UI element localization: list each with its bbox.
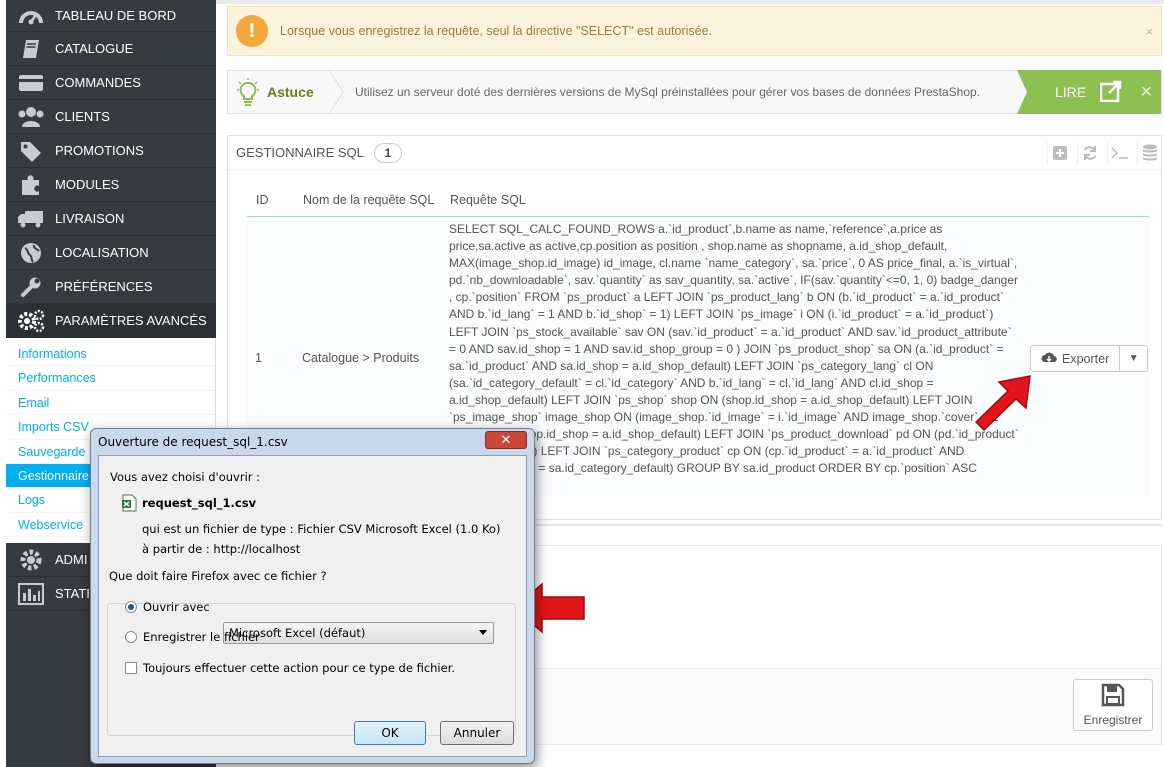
gear-icon [16,547,46,573]
dashboard-icon [16,3,46,29]
add-icon[interactable] [1047,142,1071,164]
submenu-performances[interactable]: Performances [6,366,215,391]
save-file-label[interactable]: Enregistrer le fichier [143,630,260,644]
globe-icon [16,240,46,266]
sidebar-main-menu: TABLEAU DE BORD CATALOGUE COMMANDES CLIE… [6,0,216,338]
sidebar-item-clients[interactable]: CLIENTS [6,100,216,134]
sidebar-item-localisation[interactable]: LOCALISATION [6,236,216,270]
cogs-icon [16,308,46,334]
users-icon [16,104,46,130]
sidebar-item-label: MODULES [55,177,120,192]
lightbulb-icon [236,77,260,107]
open-with-radio[interactable] [125,601,137,613]
ok-button[interactable]: OK [354,721,426,745]
refresh-icon[interactable] [1077,142,1101,164]
sidebar-item-label: ADMI [55,552,88,568]
wrench-icon [16,274,46,300]
tip-banner: Astuce Utilisez un serveur doté des dern… [227,69,1162,115]
column-header-id[interactable]: ID [256,193,269,207]
column-header-name[interactable]: Nom de la requête SQL [303,193,434,207]
export-label: Exporter [1062,351,1110,366]
sidebar-item-preferences[interactable]: PRÉFÉRENCES [6,270,216,304]
tip-close-button[interactable]: ✕ [1140,82,1153,102]
sidebar-item-label: PRÉFÉRENCES [55,279,153,294]
export-dropdown-toggle[interactable]: ▼ [1120,345,1149,372]
chevron-down-icon [479,630,487,635]
sidebar-item-label: PROMOTIONS [55,143,144,158]
alert-close-button[interactable]: × [1145,24,1153,39]
dialog-title: Ouverture de request_sql_1.csv [98,435,288,449]
sidebar-item-commandes[interactable]: COMMANDES [6,66,216,100]
dialog-body: Vous avez choisi d'ouvrir : request_sql_… [98,455,527,757]
bar-chart-icon [16,581,46,607]
floppy-disk-icon [1101,683,1125,710]
panel-title: GESTIONNAIRE SQL [236,145,364,160]
sidebar-item-label: PARAMÈTRES AVANCÉS [55,313,207,328]
cloud-download-icon [1041,351,1057,367]
credit-card-icon [16,70,46,96]
panel-toolbar [1047,142,1161,164]
top-border [216,0,1164,4]
cancel-button[interactable]: Annuler [440,721,514,745]
save-label: Enregistrer [1083,713,1143,727]
sidebar-item-parametres-avances[interactable]: PARAMÈTRES AVANCÉS [6,304,216,338]
open-with-label[interactable]: Ouvrir avec [143,600,210,614]
tip-title: Astuce [267,84,314,100]
application-select[interactable]: Microsoft Excel (défaut) [223,622,494,644]
export-button[interactable]: Exporter [1030,345,1121,372]
alert-text: Lorsque vous enregistrez la requête, seu… [280,24,713,38]
truck-icon [16,206,46,232]
sidebar-item-catalogue[interactable]: CATALOGUE [6,32,216,66]
row-id: 1 [255,351,262,365]
puzzle-icon [16,172,46,198]
always-label[interactable]: Toujours effectuer cette action pour ce … [143,661,455,675]
panel-header: GESTIONNAIRE SQL 1 [228,136,1161,170]
submenu-informations[interactable]: Informations [6,342,215,367]
column-header-sql[interactable]: Requête SQL [450,193,526,207]
sidebar-item-label: TABLEAU DE BORD [55,8,177,23]
sidebar-item-dashboard[interactable]: TABLEAU DE BORD [6,0,216,32]
chevron-separator-icon [327,69,347,115]
warning-alert: ! Lorsque vous enregistrez la requête, s… [227,6,1162,56]
close-icon: ✕ [500,432,512,447]
excel-file-icon [121,494,137,512]
export-button-group: Exporter ▼ [1030,345,1149,372]
save-button[interactable]: Enregistrer [1073,679,1153,731]
warning-icon: ! [236,15,268,47]
dialog-filename: request_sql_1.csv [142,496,257,510]
dialog-intro: Vous avez choisi d'ouvrir : [110,470,261,484]
caret-down-icon: ▼ [1128,353,1139,364]
dialog-question: Que doit faire Firefox avec ce fichier ? [109,569,327,583]
sidebar-item-modules[interactable]: MODULES [6,168,216,202]
book-icon [16,36,46,62]
dialog-source: à partir de : http://localhost [142,542,301,556]
tag-icon [16,138,46,164]
submenu-email[interactable]: Email [6,391,215,416]
row-query-name: Catalogue > Produits [302,351,420,365]
terminal-icon[interactable] [1107,142,1131,164]
sidebar-item-label: COMMANDES [55,75,141,90]
sidebar-item-label: LIVRAISON [55,211,125,226]
always-checkbox[interactable] [125,662,137,674]
save-file-radio[interactable] [125,631,137,643]
sidebar-item-label: CLIENTS [55,109,110,124]
database-icon[interactable] [1137,142,1161,164]
dialog-close-button[interactable]: ✕ [485,431,527,449]
sidebar-item-promotions[interactable]: PROMOTIONS [6,134,216,168]
read-label: LIRE [1055,84,1087,100]
open-file-dialog: Ouverture de request_sql_1.csv ✕ Vous av… [90,428,535,764]
sidebar-item-livraison[interactable]: LIVRAISON [6,202,216,236]
external-link-icon [1099,80,1122,105]
sidebar-item-label: CATALOGUE [55,41,134,56]
red-arrow-icon [974,375,1031,432]
sidebar-item-label: LOCALISATION [55,245,149,260]
count-badge: 1 [373,142,402,163]
read-button[interactable]: LIRE ✕ [1017,70,1161,114]
header-divider [247,216,1149,217]
tip-text: Utilisez un serveur doté des dernières v… [355,85,981,99]
dialog-filetype: qui est un fichier de type : Fichier CSV… [142,522,501,536]
